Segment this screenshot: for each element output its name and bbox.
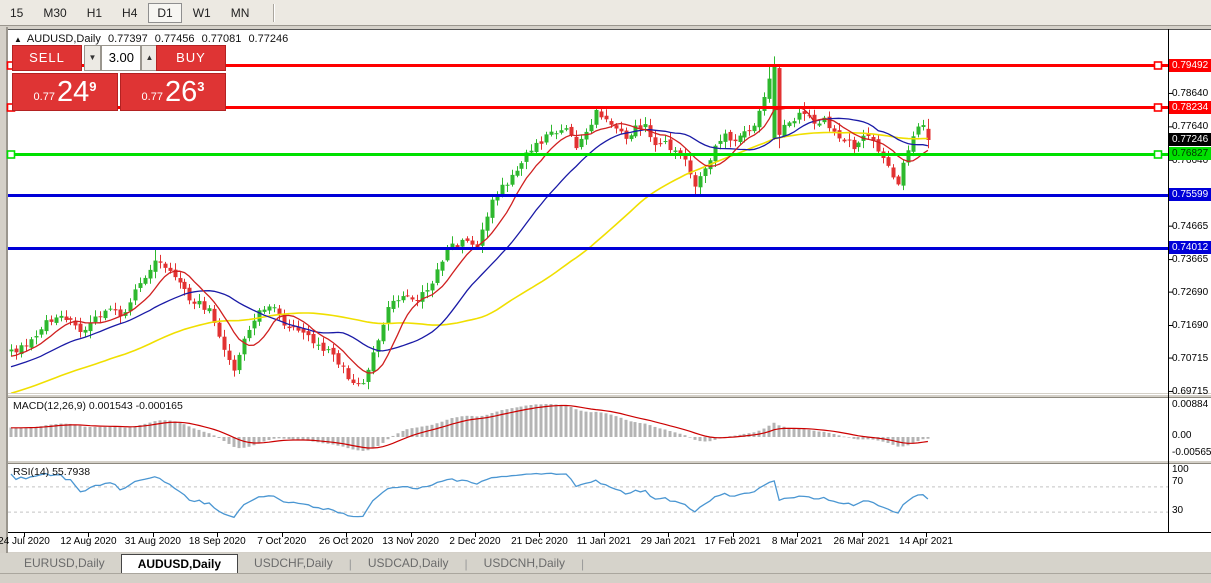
date-axis-label: 7 Oct 2020 — [257, 536, 306, 547]
collapse-triangle-icon[interactable]: ▲ — [14, 35, 22, 44]
date-axis-label: 26 Mar 2021 — [834, 536, 890, 547]
macd-axis-min: -0.00565 — [1172, 447, 1211, 458]
price-axis-label: 0.72690 — [1172, 286, 1211, 299]
symbol-tab-bar: EURUSD,Daily AUDUSD,Daily USDCHF,Daily |… — [0, 553, 1211, 573]
sell-button[interactable]: SELL — [12, 45, 82, 71]
tf-button-h4[interactable]: H4 — [113, 3, 146, 23]
toolbar-divider — [273, 4, 275, 22]
price-axis-label: 0.69715 — [1172, 385, 1211, 398]
date-axis-label: 21 Dec 2020 — [511, 536, 568, 547]
buy-price-pip: 3 — [197, 74, 204, 94]
ohlc-open: 0.77397 — [108, 33, 148, 45]
price-axis-label: 0.77640 — [1172, 120, 1211, 133]
date-axis-label: 29 Jan 2021 — [641, 536, 696, 547]
buy-price-prefix: 0.77 — [142, 91, 163, 110]
ohlc-high: 0.77456 — [155, 33, 195, 45]
one-click-trading-panel: SELL ▼ 3.00 ▲ BUY 0.77 24 9 0.77 26 3 — [10, 45, 228, 111]
date-axis-label: 8 Mar 2021 — [772, 536, 823, 547]
chart-title: ▲ AUDUSD,Daily 0.77397 0.77456 0.77081 0.… — [14, 33, 292, 45]
panel-splitter-2[interactable] — [8, 460, 1211, 464]
tab-eurusd[interactable]: EURUSD,Daily — [8, 554, 121, 573]
date-axis-label: 2 Dec 2020 — [449, 536, 500, 547]
macd-axis-max: 0.00884 — [1172, 399, 1208, 410]
tf-button-mn[interactable]: MN — [222, 3, 259, 23]
tf-button-m15[interactable]: 15 — [1, 3, 32, 23]
sell-price-main: 24 — [57, 76, 89, 109]
buy-price-panel[interactable]: 0.77 26 3 — [120, 73, 226, 111]
price-axis-label: 0.70715 — [1172, 352, 1211, 365]
date-axis-label: 24 Jul 2020 — [0, 536, 50, 547]
date-axis-label: 12 Aug 2020 — [60, 536, 116, 547]
tab-separator: | — [581, 555, 584, 573]
date-axis-label: 26 Oct 2020 — [319, 536, 373, 547]
rsi-indicator-label: RSI(14) 55.7938 — [13, 466, 90, 478]
rsi-axis-70: 70 — [1172, 476, 1183, 487]
price-axis-label: 0.73665 — [1172, 253, 1211, 266]
date-axis-label: 17 Feb 2021 — [705, 536, 761, 547]
tf-button-m30[interactable]: M30 — [34, 3, 75, 23]
macd-axis-zero: 0.00 — [1172, 430, 1191, 441]
tab-usdcad[interactable]: USDCAD,Daily — [352, 554, 465, 573]
up-arrow-icon: ▲ — [146, 53, 154, 62]
price-axis-label: 0.74665 — [1172, 220, 1211, 233]
symbol-name: AUDUSD,Daily — [27, 33, 101, 45]
buy-button[interactable]: BUY — [156, 45, 226, 71]
sell-price-pip: 9 — [89, 74, 96, 94]
timeframe-toolbar: 15 M30 H1 H4 D1 W1 MN — [0, 0, 1211, 26]
rsi-axis-100: 100 — [1172, 464, 1189, 475]
tab-audusd[interactable]: AUDUSD,Daily — [121, 554, 238, 573]
date-axis-label: 11 Jan 2021 — [577, 536, 631, 547]
tf-button-h1[interactable]: H1 — [78, 3, 111, 23]
date-axis-label: 31 Aug 2020 — [125, 536, 181, 547]
price-axis-label: 0.78640 — [1172, 87, 1211, 100]
sell-price-prefix: 0.77 — [34, 91, 55, 110]
volume-decrease-button[interactable]: ▼ — [84, 45, 101, 71]
rsi-axis-30: 30 — [1172, 505, 1183, 516]
panel-splitter-1[interactable] — [8, 394, 1211, 398]
tab-usdchf[interactable]: USDCHF,Daily — [238, 554, 349, 573]
price-line-badge: 0.78234 — [1169, 101, 1211, 114]
ohlc-close: 0.77246 — [248, 33, 288, 45]
volume-input[interactable]: 3.00 — [101, 45, 141, 71]
rsi-plot[interactable] — [8, 464, 1211, 532]
date-axis-label: 13 Nov 2020 — [382, 536, 439, 547]
price-line-badge: 0.74012 — [1169, 241, 1211, 254]
down-arrow-icon: ▼ — [89, 53, 97, 62]
price-line-badge: 0.76827 — [1169, 147, 1211, 160]
price-line-badge: 0.79492 — [1169, 59, 1211, 72]
date-axis-label: 14 Apr 2021 — [899, 536, 953, 547]
tab-usdcnh[interactable]: USDCNH,Daily — [468, 554, 581, 573]
price-line-badge: 0.75599 — [1169, 188, 1211, 201]
sell-price-panel[interactable]: 0.77 24 9 — [12, 73, 118, 111]
tf-button-w1[interactable]: W1 — [184, 3, 220, 23]
price-line-badge: 0.77246 — [1169, 133, 1211, 146]
macd-indicator-label: MACD(12,26,9) 0.001543 -0.000165 — [13, 400, 183, 412]
buy-price-main: 26 — [165, 76, 197, 109]
ohlc-low: 0.77081 — [202, 33, 242, 45]
price-axis-label: 0.71690 — [1172, 319, 1211, 332]
date-axis-label: 18 Sep 2020 — [189, 536, 246, 547]
bottom-scroll-strip[interactable] — [0, 573, 1211, 583]
tf-button-d1[interactable]: D1 — [148, 3, 181, 23]
macd-plot[interactable] — [8, 398, 1211, 460]
